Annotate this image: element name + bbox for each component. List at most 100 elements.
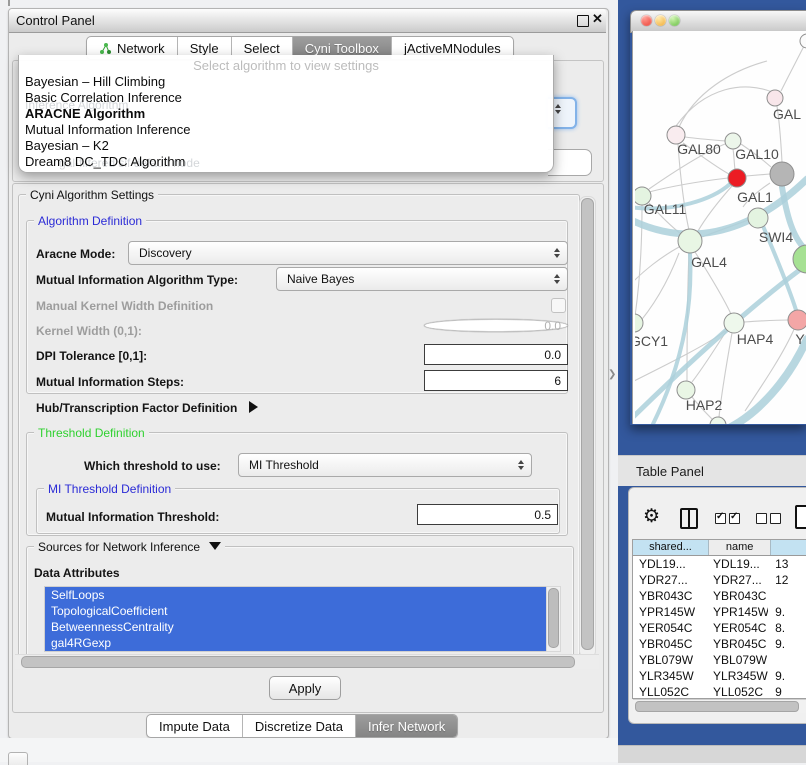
network-edge [649,178,728,192]
mi-algorithm-type-select[interactable]: Naive Bayes [276,267,568,291]
tab-label: Infer Network [368,719,445,734]
manual-kernel-width-checkbox[interactable] [551,298,566,313]
attribute-item-selfloops[interactable]: SelfLoops [45,587,547,603]
table-header-row: shared...name [633,540,806,556]
network-edge [746,174,770,176]
table-row[interactable]: YLR345WYLR345W9. [633,668,806,684]
minimize-traffic-light[interactable] [655,15,666,26]
table-row[interactable]: YBL079WYBL079W [633,652,806,668]
close-icon[interactable]: ✕ [592,11,603,27]
sources-group-toggle[interactable]: Sources for Network Inference [34,540,225,554]
mi-steps-label: Mutual Information Steps: [36,375,184,389]
control-panel-bottom-tab-bar: Impute Data Discretize Data Infer Network [146,714,458,738]
network-canvas[interactable]: GALGAL80GAL10GAL1GAL11SWI4GAL4GCY1HAP4YH… [632,31,806,424]
aracne-mode-select[interactable]: Discovery [128,241,568,265]
dropdown-item-aracne-algorithm[interactable]: ARACNE Algorithm [25,106,145,122]
bottom-tab-discretize-data[interactable]: Discretize Data [243,715,356,737]
table-cell: YLR345W [707,668,769,684]
network-node[interactable] [724,313,744,333]
column-layout-icon[interactable] [680,508,698,529]
network-node[interactable] [748,208,768,228]
dpi-tolerance-field[interactable]: 0.0 [424,344,568,365]
float-window-icon[interactable] [577,15,589,27]
which-threshold-select[interactable]: MI Threshold [238,453,532,477]
table-panel-title: Table Panel [636,464,704,479]
table-row[interactable]: YBR045CYBR045C9. [633,636,806,652]
network-edge-highlighted [731,339,806,424]
mi-threshold-field[interactable]: 0.5 [417,504,558,525]
node-label-gal: GAL [773,106,801,122]
table-row[interactable]: YBR043CYBR043C [633,588,806,604]
bottom-tab-impute-data[interactable]: Impute Data [147,715,243,737]
apply-button[interactable]: Apply [269,676,341,700]
network-node[interactable] [788,310,806,330]
kernel-width-field[interactable]: 0.0 [424,319,568,332]
table-cell [769,588,806,604]
table-row[interactable]: YER054CYER054C8. [633,620,806,636]
table-cell: YDR27... [633,572,707,588]
settings-vertical-scrollbar-thumb[interactable] [581,198,594,650]
dropdown-item-basic-correlation-inference[interactable]: Basic Correlation Inference [25,90,182,106]
select-all-checkbox-icon-2[interactable] [729,513,740,524]
tab-label: jActiveMNodules [404,41,501,56]
network-node[interactable] [635,314,643,332]
control-panel-title: Control Panel [16,13,95,28]
dropdown-item-bayesian-k2[interactable]: Bayesian – K2 [25,138,109,154]
network-node[interactable] [770,162,794,186]
table-cell [769,652,806,668]
network-node[interactable] [793,245,806,273]
dropdown-item-mutual-information-inference[interactable]: Mutual Information Inference [25,122,190,138]
dropdown-item-bayesian-hill-climbing[interactable]: Bayesian – Hill Climbing [25,74,165,90]
node-label-gal80: GAL80 [677,141,721,157]
network-node[interactable] [710,417,726,424]
tab-label: Discretize Data [255,719,343,734]
table-cell: YER054C [707,620,769,636]
network-node[interactable] [728,169,746,187]
close-traffic-light[interactable] [641,15,652,26]
table-cell: YPR145W [707,604,769,620]
attribute-item-gal4rgexp[interactable]: gal4RGexp [45,635,547,651]
column-header-shared...[interactable]: shared... [633,540,709,555]
deselect-all-checkbox-icon-2[interactable] [770,513,781,524]
network-node[interactable] [678,229,702,253]
column-header-name[interactable]: name [709,540,771,555]
attribute-item-topologicalcoefficient[interactable]: TopologicalCoefficient [45,603,547,619]
network-graph-svg: GALGAL80GAL10GAL1GAL11SWI4GAL4GCY1HAP4YH… [635,31,806,424]
table-cell: 9. [769,668,806,684]
attributes-scrollbar-thumb[interactable] [548,588,559,648]
attribute-item-betweennesscentrality[interactable]: BetweennessCentrality [45,619,547,635]
aracne-mode-label: Aracne Mode: [36,247,115,261]
new-table-icon[interactable] [795,505,806,529]
table-row[interactable]: YDR27...YDR27...12 [633,572,806,588]
hub-definition-toggle[interactable]: Hub/Transcription Factor Definition [36,401,258,415]
table-cell: YDL19... [707,556,769,572]
tab-label: Network [117,41,165,56]
tab-label: Style [190,41,219,56]
window-edge-artifact [8,0,10,6]
mi-steps-field[interactable]: 6 [424,370,568,391]
network-edge [744,320,788,322]
zoom-traffic-light[interactable] [669,15,680,26]
bottom-tab-infer-network[interactable]: Infer Network [356,715,457,737]
network-node[interactable] [800,34,806,48]
network-node[interactable] [767,90,783,106]
tab-label: Cyni Toolbox [305,41,379,56]
dropdown-item-dream8-dc-tdc-algorithm[interactable]: Dream8 DC_TDC Algorithm [25,154,185,170]
collapsed-arrow-icon [249,401,258,413]
table-row[interactable]: YPR145WYPR145W9. [633,604,806,620]
partial-button[interactable] [8,752,28,765]
table-row[interactable]: YDL19...YDL19...13 [633,556,806,572]
node-label-y: Y [795,331,805,347]
network-combobox-fragment[interactable] [548,149,592,176]
column-header-partial[interactable] [771,540,806,555]
select-all-checkbox-icon[interactable] [715,513,726,524]
table-row[interactable]: YLL052CYLL052C9 [633,684,806,699]
settings-horizontal-scrollbar-thumb[interactable] [21,656,575,668]
splitter-handle[interactable]: ❯ [608,369,616,380]
deselect-all-checkbox-icon[interactable] [756,513,767,524]
tab-label: Impute Data [159,719,230,734]
table-settings-gear-icon[interactable]: ⚙ [643,505,660,528]
table-horizontal-scrollbar-thumb[interactable] [635,701,799,712]
network-edge [676,87,772,126]
table-cell: YBR043C [707,588,769,604]
